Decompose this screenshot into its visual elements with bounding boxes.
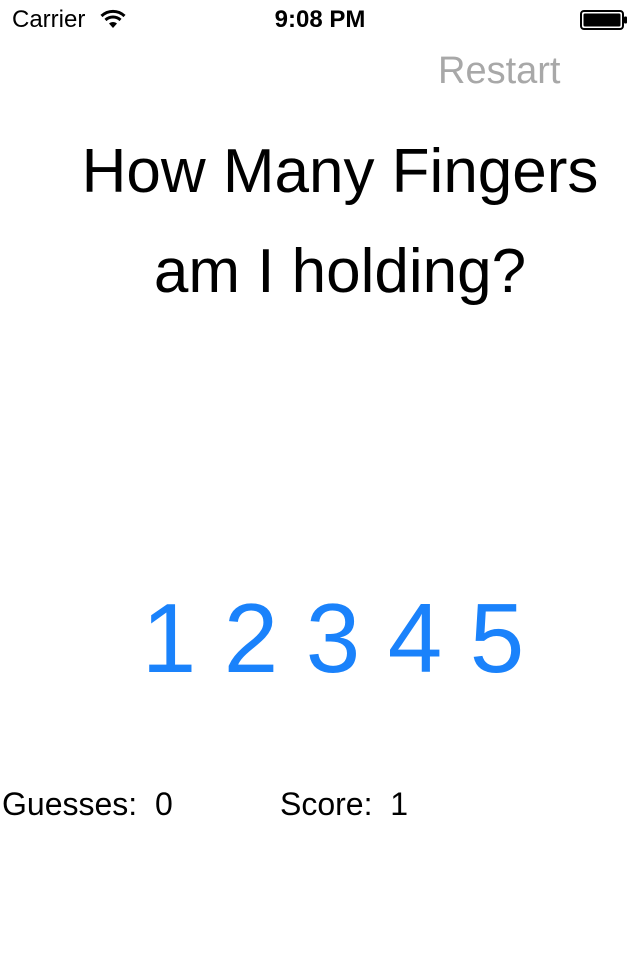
status-time: 9:08 PM bbox=[274, 6, 366, 33]
question-line-2: am I holding? bbox=[153, 237, 527, 306]
question-title: How Many Fingers am I holding? bbox=[48, 122, 632, 322]
status-bar: Carrier 9:08 PM bbox=[0, 0, 640, 40]
question-line-1: How Many Fingers bbox=[81, 137, 599, 206]
restart-button[interactable]: Restart bbox=[438, 48, 560, 94]
battery-icon bbox=[580, 10, 628, 30]
choice-button-4[interactable]: 4 bbox=[374, 578, 456, 698]
choice-button-2[interactable]: 2 bbox=[210, 578, 292, 698]
guesses-counter: Guesses: 0 bbox=[2, 786, 173, 822]
finger-choice-row: 1 2 3 4 5 bbox=[128, 578, 538, 698]
choice-button-3[interactable]: 3 bbox=[292, 578, 374, 698]
score-counter: Score: 1 bbox=[280, 786, 409, 822]
choice-button-1[interactable]: 1 bbox=[128, 578, 210, 698]
choice-button-5[interactable]: 5 bbox=[456, 578, 538, 698]
